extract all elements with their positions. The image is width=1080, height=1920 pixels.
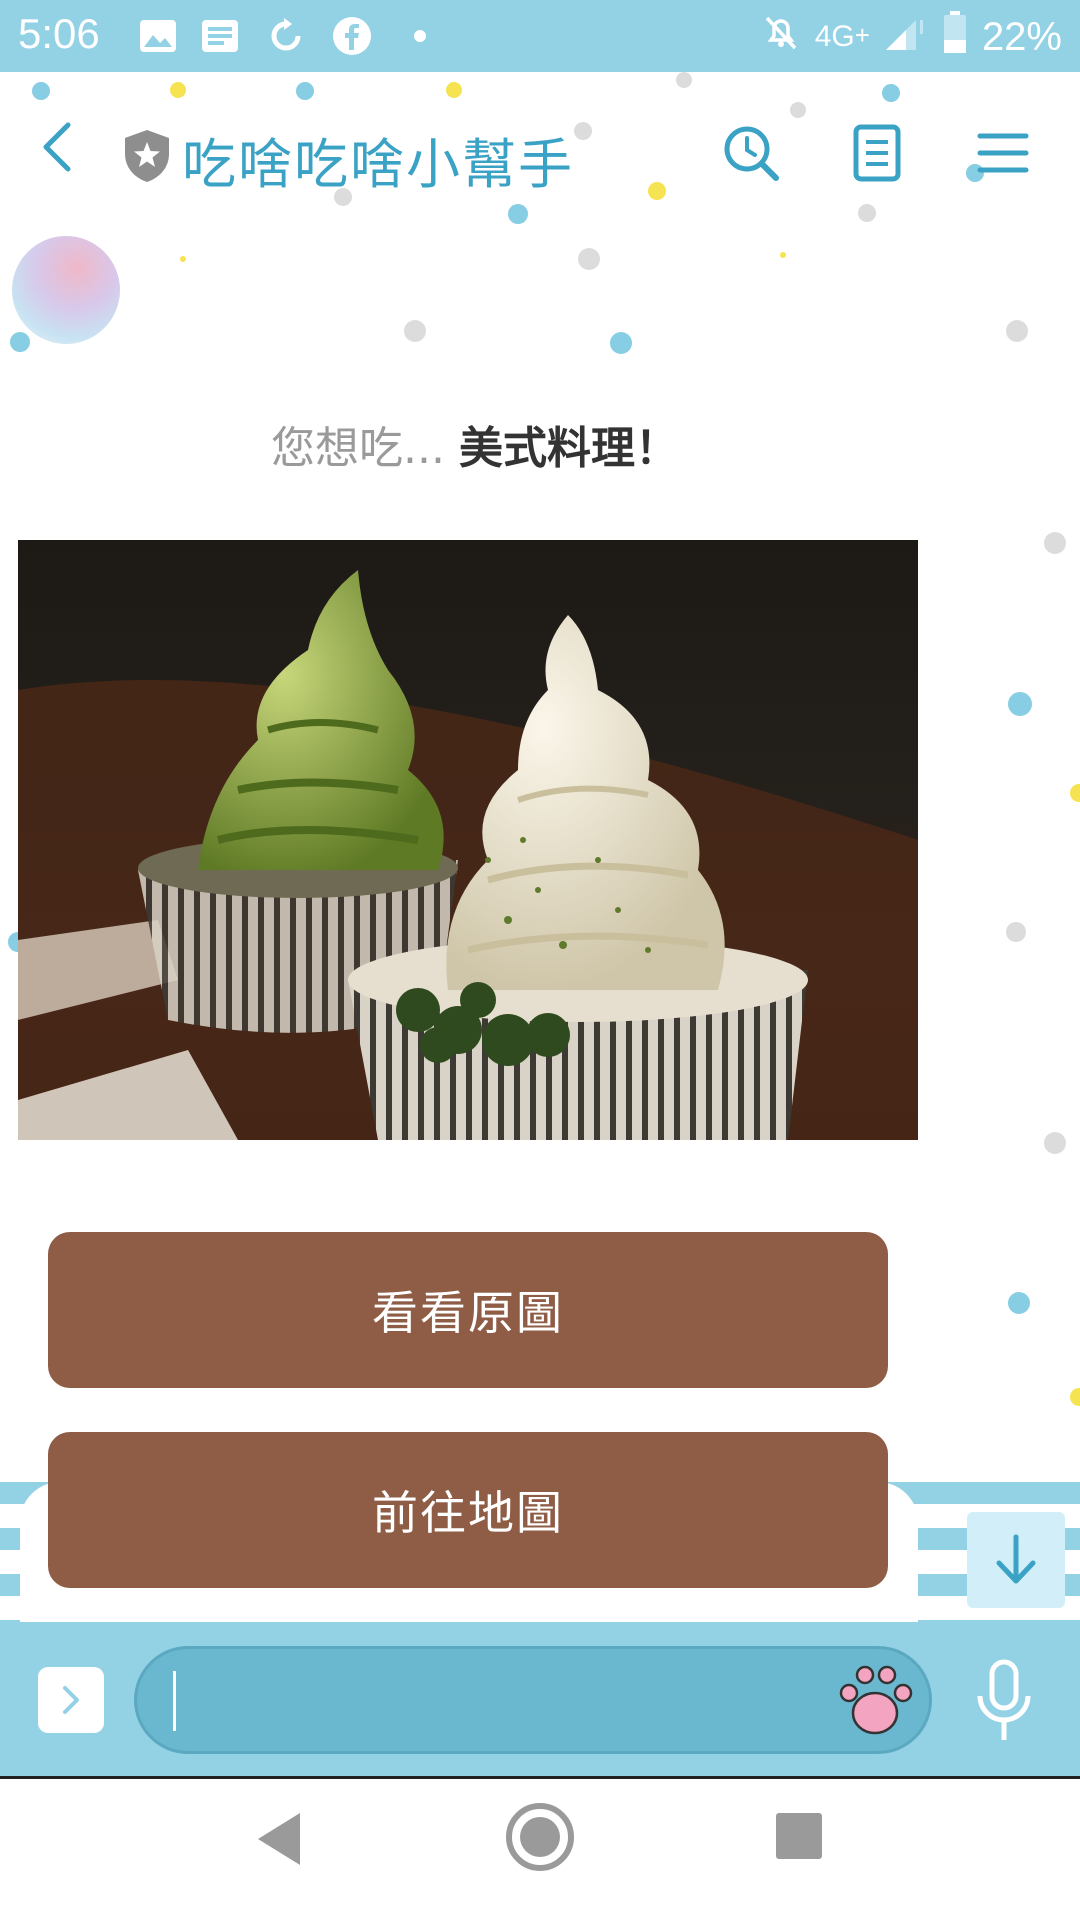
nav-back-icon[interactable]: [252, 1809, 306, 1869]
status-bar: 5:06 4G + 22%: [0, 0, 1080, 72]
mute-icon: [761, 12, 801, 62]
prompt-cuisine: 美式料理！: [458, 423, 679, 474]
scroll-to-bottom-button[interactable]: [967, 1512, 1065, 1608]
chat-header: 吃啥吃啥小幫手: [0, 72, 1080, 222]
paw-sticker-icon[interactable]: [835, 1661, 915, 1741]
system-nav-bar: [0, 1779, 1080, 1920]
chat-title: 吃啥吃啥小幫手: [182, 133, 574, 196]
notes-icon[interactable]: [846, 122, 908, 184]
image-icon: [136, 14, 180, 58]
open-map-button[interactable]: 前往地圖: [48, 1432, 888, 1588]
chat-area[interactable]: 吃啥吃啥小幫手 您想吃... 美式料理！ 看看原圖 前往地圖: [0, 72, 1080, 1622]
message-input[interactable]: [134, 1646, 932, 1754]
chevron-right-icon: [63, 1686, 79, 1714]
facebook-icon: [330, 14, 374, 58]
view-original-button[interactable]: 看看原圖: [48, 1232, 888, 1388]
ice-cream-photo[interactable]: [18, 540, 918, 1140]
battery-percent: 22%: [981, 14, 1062, 59]
nav-home-icon[interactable]: [504, 1801, 576, 1873]
news-icon: [198, 14, 242, 58]
shield-star-icon: [125, 130, 169, 182]
history-search-icon[interactable]: [720, 122, 782, 184]
input-bar: [0, 1622, 1080, 1779]
network-label: 4G: [814, 20, 855, 53]
back-icon[interactable]: [30, 117, 90, 177]
dot-icon: [398, 14, 442, 58]
signal-icon: [884, 12, 928, 62]
menu-icon[interactable]: [972, 122, 1034, 184]
status-time: 5:06: [18, 10, 100, 57]
text-caret: [173, 1671, 176, 1731]
prompt-text: 您想吃... 美式料理！: [0, 412, 950, 476]
nav-recents-icon[interactable]: [774, 1811, 824, 1861]
arrow-down-icon: [996, 1534, 1036, 1584]
expand-button[interactable]: [38, 1667, 104, 1733]
prompt-prefix: 您想吃...: [271, 423, 445, 474]
sync-icon: [264, 14, 308, 58]
microphone-icon[interactable]: [970, 1656, 1038, 1746]
battery-icon: [942, 10, 968, 64]
status-right-group: 4G + 22%: [761, 10, 1062, 64]
bot-avatar[interactable]: [12, 236, 120, 344]
